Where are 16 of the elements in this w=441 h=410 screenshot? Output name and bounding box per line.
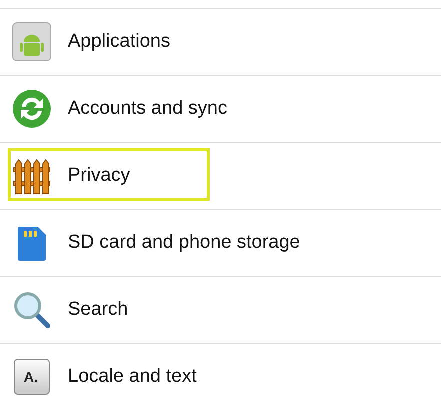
settings-item[interactable]: A. Locale and text xyxy=(0,344,441,410)
item-label: Accounts and sync xyxy=(68,98,228,120)
settings-item[interactable]: Accounts and sync xyxy=(0,76,441,143)
item-label: Search xyxy=(68,299,128,321)
item-label: Privacy xyxy=(68,165,130,187)
item-label: Applications xyxy=(68,31,170,53)
settings-item[interactable]: SD card and phone storage xyxy=(0,210,441,277)
item-label: SD card and phone storage xyxy=(68,232,300,254)
key-icon: A. xyxy=(14,359,50,395)
settings-item[interactable]: Search xyxy=(0,277,441,344)
item-label: Locale and text xyxy=(68,366,197,388)
settings-item[interactable]: Privacy xyxy=(0,143,441,210)
sync-icon xyxy=(12,89,52,129)
search-icon xyxy=(12,290,52,330)
android-robot-icon xyxy=(12,22,52,62)
settings-item[interactable]: Applications xyxy=(0,9,441,76)
